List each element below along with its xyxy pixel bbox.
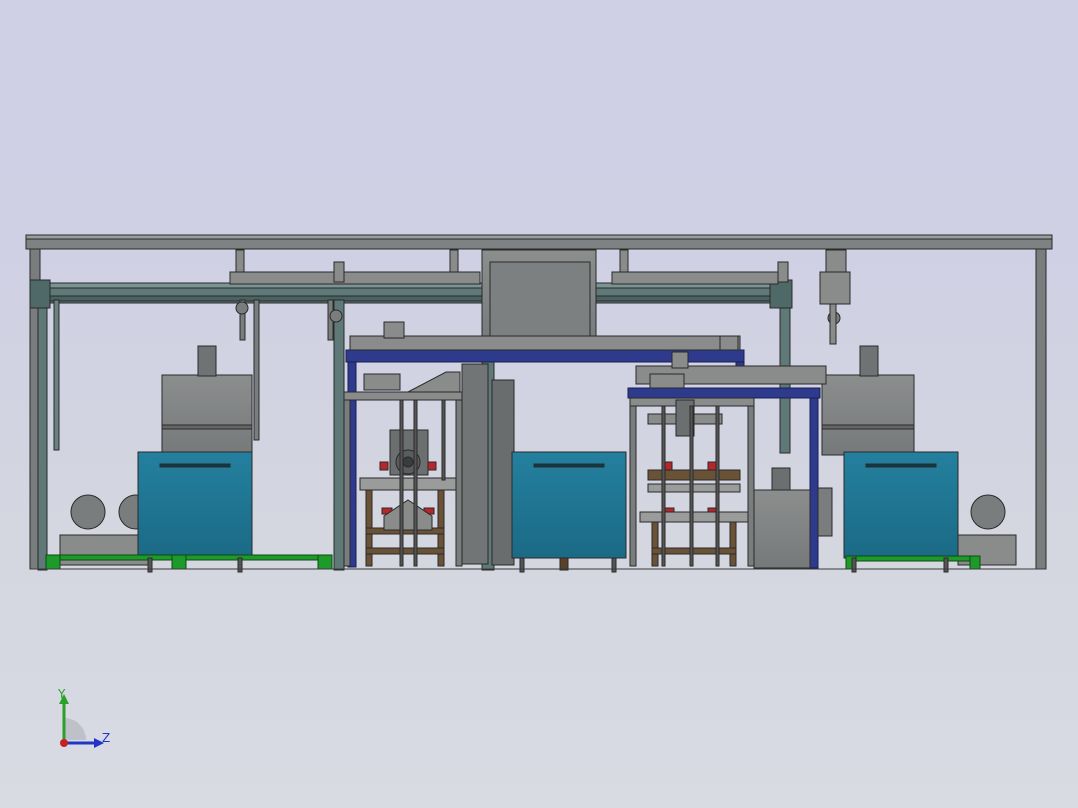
z-axis-label: Z [102,731,111,745]
cad-viewport[interactable] [0,0,1078,808]
left-work-cell [343,363,489,567]
center-tank [511,451,627,559]
right-cabinet [753,467,833,569]
axis-triad-icon [59,694,104,748]
right-work-cell [629,397,755,567]
assembly-drawing [25,234,1053,573]
right-tank [843,451,959,559]
left-tank [137,451,253,559]
coordinate-triad: Y Z [40,680,130,770]
y-axis-label: Y [58,687,66,701]
